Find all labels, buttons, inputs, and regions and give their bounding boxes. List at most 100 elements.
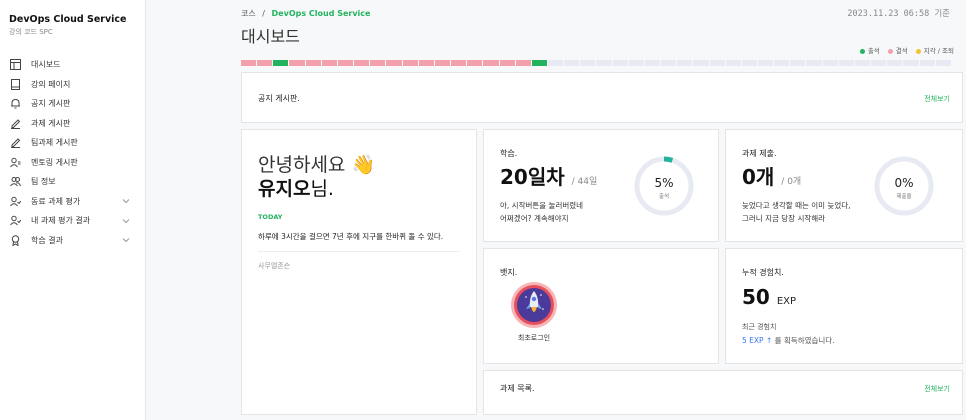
exp-card: 누적 경험치. 50 EXP 최근 경험치 5 EXP ↑ 를 획득하였습니다. [725,248,963,364]
breadcrumb-separator: / [262,9,265,18]
study-card: 학습. 20일차 / 44일 아, 시작버튼을 눌러버렸네 어쩌겠어? 계속해야지… [483,129,719,242]
attendance-day-absent [321,60,337,66]
attendance-day-empty [644,60,661,66]
notice-card: 공지 게시판. 전체보기 [241,72,963,123]
ring-label: 제출율 [896,194,912,200]
badge-card: 뱃지. 최초로그인 [483,248,719,364]
attendance-day-absent [434,60,451,66]
tasks-view-all-link[interactable]: 전체보기 [924,384,950,394]
attendance-day-empty [774,60,790,66]
attendance-day-empty [790,60,806,66]
assignment-card: 과제 제출. 0개 / 0개 늦었다고 생각할 때는 이미 늦었다, 그러니 지금… [725,129,963,242]
attendance-day-absent [241,60,257,66]
attendance-day-empty [919,60,935,66]
badge-title: 뱃지. [500,268,518,277]
sidebar-item-label: 과제 게시판 [31,118,71,128]
legend-absent: 결석 [887,45,908,55]
divider [258,251,460,252]
attendance-day-absent [499,60,515,66]
attendance-day-empty [838,60,854,66]
sidebar-item-learning-result[interactable]: 학습 결과 [0,231,146,251]
breadcrumb-root[interactable]: 코스 [241,9,256,18]
attendance-day-empty [887,60,903,66]
attendance-day-absent [515,60,531,66]
course-code: 강의 코드 SPC [9,28,53,36]
sidebar-item-label: 공지 게시판 [31,99,71,109]
exp-title: 누적 경험치. [742,268,784,277]
sidebar-item-mentoring-board[interactable]: 멘토링 게시판 [0,153,146,173]
attendance-day-empty [709,60,725,66]
review-icon [9,195,21,207]
chevron-down-icon [122,236,130,244]
attendance-day-absent [483,60,499,66]
assignment-message: 늦었다고 생각할 때는 이미 늦었다, 그러니 지금 당장 시작해라 [742,201,851,223]
attendance-day-empty [661,60,677,66]
submission-ring: 0% 제출율 [872,154,936,218]
study-message: 아, 시작버튼을 눌러버렸네 어쩌겠어? 계속해야지 [500,201,584,223]
today-tag: TODAY [258,213,283,221]
rocket-badge-icon[interactable] [510,281,558,329]
study-day-count: 20일차 / 44일 [500,165,598,189]
assignment-count: 0개 / 0개 [742,165,802,189]
attendance-day-absent [370,60,386,66]
attendance-day-empty [741,60,757,66]
attendance-day-empty [693,60,709,66]
notice-title: 공지 게시판. [258,94,300,103]
attendance-day-empty [677,60,693,66]
sidebar-item-peer-review[interactable]: 동료 과제 평가 [0,192,146,212]
sidebar-item-lecture[interactable]: 강의 페이지 [0,75,146,95]
absent-dot-icon [887,48,893,54]
tasks-title: 과제 목록. [500,384,535,393]
attendance-day-empty [596,60,612,66]
ring-percent: 5% [654,176,674,190]
attendance-day-present [273,60,289,66]
attendance-bar [241,60,951,66]
waving-hand-icon: 👋 [351,154,376,176]
notice-view-all-link[interactable]: 전체보기 [924,94,950,104]
attendance-day-absent [467,60,483,66]
ring-label: 출석 [658,194,670,200]
attendance-day-empty [725,60,741,66]
sidebar-item-team-assignment-board[interactable]: 팀과제 게시판 [0,133,146,153]
attendance-day-absent [354,60,370,66]
exp-total: 50 EXP [742,285,797,309]
chevron-down-icon [122,197,130,205]
attendance-day-empty [935,60,951,66]
sidebar-item-label: 대시보드 [31,60,61,70]
pencil-icon [9,137,21,149]
attendance-day-empty [547,60,564,66]
mentor-icon [9,156,21,168]
quote-author: 사무엘존슨 [258,262,291,270]
attendance-day-empty [580,60,596,66]
recent-exp-label: 최근 경험치 [742,323,777,331]
today-quote: 하루에 3시간을 걸으면 7년 후에 지구를 한바퀴 돌 수 있다. [258,232,444,241]
review-icon [9,215,21,227]
sidebar-item-team-info[interactable]: 팀 정보 [0,172,146,192]
attendance-day-absent [386,60,402,66]
sidebar-item-label: 내 과제 평가 결과 [31,216,91,226]
legend-late: 지각 / 조퇴 [915,45,954,55]
sidebar-item-dashboard[interactable]: 대시보드 [0,55,146,75]
sidebar-item-notice[interactable]: 공지 게시판 [0,94,146,114]
attendance-day-absent [337,60,354,66]
badge-name: 최초로그인 [517,334,551,342]
breadcrumb: 코스 / DevOps Cloud Service [241,8,370,19]
attendance-day-empty [564,60,580,66]
chevron-down-icon [122,217,130,225]
attendance-day-absent [257,60,273,66]
medal-icon [9,234,21,246]
attendance-day-absent [289,60,305,66]
timestamp: 2023.11.23 06:58 기준 [847,9,950,19]
attendance-day-empty [871,60,887,66]
attendance-legend: 출석 결석 지각 / 조퇴 [859,45,954,55]
sidebar-item-assignment-board[interactable]: 과제 게시판 [0,114,146,134]
attendance-day-empty [758,60,774,66]
ring-percent: 0% [894,176,914,190]
sidebar-item-label: 팀 정보 [31,177,56,187]
bell-icon [9,98,21,110]
sidebar-item-my-review-result[interactable]: 내 과제 평가 결과 [0,211,146,231]
late-dot-icon [915,48,921,54]
sidebar: DevOps Cloud Service 강의 코드 SPC 대시보드 강의 페… [0,0,146,420]
book-icon [9,78,21,90]
attendance-day-empty [854,60,871,66]
